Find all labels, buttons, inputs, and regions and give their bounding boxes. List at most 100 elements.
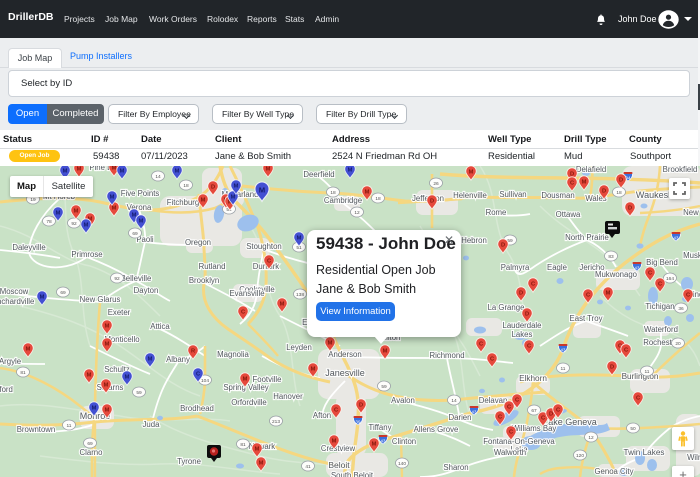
svg-text:Williams Bay: Williams Bay <box>512 424 557 433</box>
svg-text:Fitchburg: Fitchburg <box>167 198 200 207</box>
svg-text:South Beloit: South Beloit <box>331 471 374 477</box>
svg-text:M: M <box>104 382 109 388</box>
svg-text:M: M <box>332 438 337 444</box>
svg-text:11: 11 <box>67 423 72 429</box>
svg-text:67: 67 <box>531 408 537 414</box>
svg-text:41: 41 <box>305 464 311 470</box>
svg-text:C: C <box>624 347 628 353</box>
svg-text:Crestview: Crestview <box>321 444 356 453</box>
svg-text:M: M <box>328 340 333 346</box>
svg-text:18: 18 <box>375 196 381 202</box>
svg-text:Mukwonago: Mukwonago <box>595 270 638 279</box>
svg-text:M: M <box>469 169 474 175</box>
svg-text:New Glarus: New Glarus <box>80 295 121 304</box>
svg-text:140: 140 <box>398 461 406 467</box>
svg-text:C: C <box>334 407 338 413</box>
svg-text:Footville: Footville <box>252 375 281 384</box>
svg-text:Eagle: Eagle <box>547 263 567 272</box>
svg-text:M: M <box>112 166 117 171</box>
svg-text:M: M <box>243 376 248 382</box>
svg-text:C: C <box>658 281 662 287</box>
svg-text:Juda: Juda <box>143 420 161 429</box>
svg-text:C: C <box>648 270 652 276</box>
svg-text:59: 59 <box>136 390 142 396</box>
svg-text:Dousman: Dousman <box>541 191 574 200</box>
svg-text:78: 78 <box>46 219 52 225</box>
svg-text:81: 81 <box>240 442 246 448</box>
svg-text:Brodhead: Brodhead <box>180 404 214 413</box>
svg-text:Tiffany: Tiffany <box>369 423 392 432</box>
svg-text:18: 18 <box>616 190 622 196</box>
svg-text:M: M <box>26 346 31 352</box>
svg-text:Delavan: Delavan <box>479 396 508 405</box>
svg-text:Magnolia: Magnolia <box>217 350 249 359</box>
svg-text:Sharon: Sharon <box>443 463 468 472</box>
svg-text:C: C <box>541 415 545 421</box>
svg-text:M: M <box>365 189 370 195</box>
svg-text:Clarno: Clarno <box>80 448 104 457</box>
svg-text:Palmyra: Palmyra <box>501 263 530 272</box>
svg-text:M: M <box>383 348 388 354</box>
svg-text:Big Bend: Big Bend <box>646 258 678 267</box>
svg-text:Exeter: Exeter <box>108 308 131 317</box>
svg-text:Hebron: Hebron <box>461 236 487 245</box>
svg-text:D: D <box>610 364 614 370</box>
svg-text:M: M <box>372 441 377 447</box>
svg-text:M: M <box>105 407 110 413</box>
svg-text:M: M <box>606 290 611 296</box>
svg-text:Cambridge: Cambridge <box>324 196 362 205</box>
svg-text:50: 50 <box>630 426 636 432</box>
svg-text:M: M <box>582 179 587 185</box>
svg-text:138: 138 <box>296 292 304 298</box>
svg-text:C: C <box>586 292 590 298</box>
svg-text:C: C <box>531 281 535 287</box>
svg-text:Deerfield: Deerfield <box>303 170 334 179</box>
svg-text:M: M <box>77 166 82 172</box>
svg-text:Janesville: Janesville <box>325 368 365 378</box>
svg-text:C: C <box>570 180 574 186</box>
svg-text:M: M <box>139 218 144 224</box>
svg-text:M: M <box>40 294 45 300</box>
svg-text:Ottawa: Ottawa <box>556 210 581 219</box>
svg-text:C: C <box>490 356 494 362</box>
svg-text:69: 69 <box>87 441 93 447</box>
svg-text:C: C <box>498 414 502 420</box>
svg-text:Tyrone: Tyrone <box>177 457 201 466</box>
svg-text:D: D <box>359 402 363 408</box>
svg-text:M: M <box>105 341 110 347</box>
svg-text:Lauderdale: Lauderdale <box>502 321 541 330</box>
svg-text:D: D <box>619 177 623 183</box>
svg-text:43: 43 <box>381 439 386 444</box>
svg-text:39: 39 <box>356 420 361 425</box>
svg-text:Allens Grove: Allens Grove <box>414 425 459 434</box>
svg-text:M: M <box>120 168 125 174</box>
svg-text:M: M <box>259 460 264 466</box>
svg-text:43: 43 <box>472 410 477 415</box>
svg-text:43: 43 <box>674 236 679 241</box>
svg-text:Brookfield: Brookfield <box>663 166 698 174</box>
svg-text:11: 11 <box>561 366 566 372</box>
svg-text:213: 213 <box>272 419 280 425</box>
svg-text:Walworth: Walworth <box>494 448 526 457</box>
svg-text:69: 69 <box>132 231 138 237</box>
svg-text:83: 83 <box>608 254 614 260</box>
svg-text:D: D <box>519 290 523 296</box>
svg-text:26: 26 <box>433 181 439 187</box>
svg-text:20: 20 <box>675 341 681 347</box>
svg-text:C: C <box>196 371 200 377</box>
svg-text:D: D <box>602 188 606 194</box>
svg-text:C: C <box>241 309 245 315</box>
svg-text:Delafield: Delafield <box>576 166 606 174</box>
svg-text:Beloit: Beloit <box>328 460 350 470</box>
svg-text:18: 18 <box>183 183 189 189</box>
svg-text:M: M <box>175 168 180 174</box>
svg-text:Orfordville: Orfordville <box>231 398 267 407</box>
svg-text:Brooklyn: Brooklyn <box>189 276 219 285</box>
svg-text:M: M <box>280 301 285 307</box>
svg-text:81: 81 <box>20 370 26 376</box>
svg-text:Woodford: Woodford <box>0 385 13 394</box>
svg-text:Daleyville: Daleyville <box>12 243 45 252</box>
svg-text:69: 69 <box>60 290 66 296</box>
svg-text:Hanover: Hanover <box>273 392 303 401</box>
svg-text:Rutland: Rutland <box>199 262 226 271</box>
